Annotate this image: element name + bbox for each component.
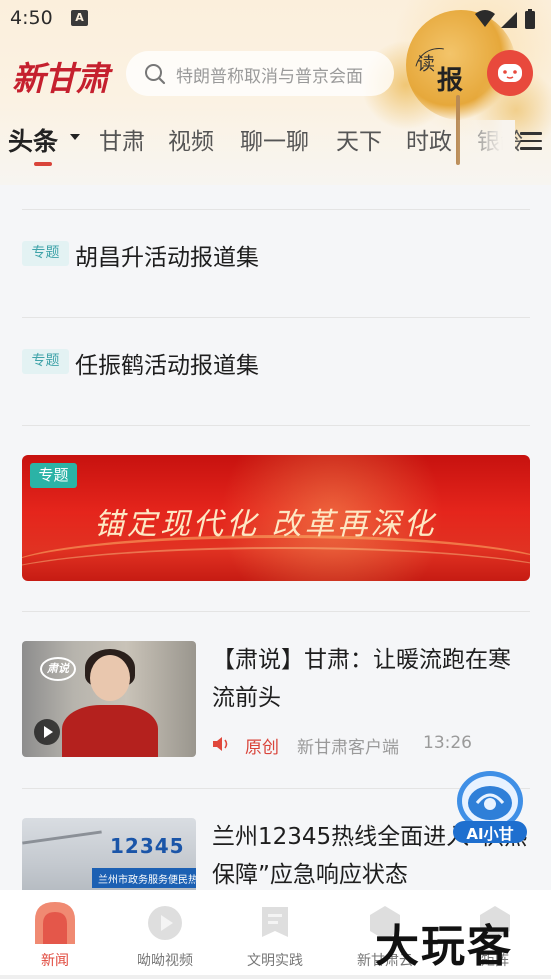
- article-title: 【肃说】甘肃：让暖流跑在寒流前头: [212, 647, 511, 711]
- article-thumbnail[interactable]: 12345 兰州市政务服务便民热线: [22, 818, 196, 890]
- tab-headlines[interactable]: 头条: [8, 122, 58, 158]
- ai-assistant-button[interactable]: AI小甘: [449, 765, 531, 847]
- nav-label: 呦呦视频: [137, 953, 193, 969]
- tab-world[interactable]: 天下: [336, 122, 382, 156]
- nav-civilization[interactable]: 文明实践: [220, 890, 330, 979]
- topic-tag: 专题: [22, 241, 69, 266]
- speaker-icon[interactable]: [212, 736, 230, 752]
- divider: [22, 611, 530, 612]
- tabs-fade-overlay: [455, 120, 515, 168]
- status-time: 4:50: [10, 7, 53, 29]
- topic-banner[interactable]: 专题 锚定现代化 改革再深化: [22, 455, 530, 581]
- video-icon: [148, 906, 182, 940]
- divider: [22, 317, 530, 318]
- search-icon: [145, 64, 166, 85]
- thumbnail-logo: 肃说: [40, 657, 76, 681]
- notification-a-icon: A: [71, 10, 88, 26]
- app-logo[interactable]: 新甘肃: [12, 52, 109, 100]
- nav-label: 文明实践: [247, 953, 303, 969]
- cellular-signal-icon: [501, 12, 517, 28]
- tab-chat[interactable]: 聊一聊: [240, 122, 309, 156]
- channel-menu-icon[interactable]: [520, 132, 542, 154]
- status-bar: 4:50 A: [0, 0, 551, 38]
- topic-title: 胡昌升活动报道集: [75, 245, 259, 271]
- banner-tag: 专题: [30, 463, 77, 488]
- nav-news[interactable]: 新闻: [0, 890, 110, 979]
- read-paper-button[interactable]: 读 报: [415, 48, 467, 96]
- chevron-down-icon[interactable]: [70, 134, 80, 140]
- app-header: 4:50 A 新甘肃 特朗普称取消与普京会面 读 报 头条 甘肃 视频 聊一聊 …: [0, 0, 551, 185]
- channel-tabs: 头条 甘肃 视频 聊一聊 天下 时政 银龄: [0, 120, 551, 170]
- divider: [22, 425, 530, 426]
- tab-gansu[interactable]: 甘肃: [99, 122, 145, 156]
- original-label: 原创: [245, 738, 279, 758]
- nav-label: 新闻: [41, 953, 69, 969]
- read-paper-char-2: 报: [437, 66, 464, 96]
- topic-tag: 专题: [22, 349, 69, 374]
- topic-title: 任振鹤活动报道集: [75, 353, 259, 379]
- news-icon: [35, 902, 75, 944]
- read-paper-char-1: 读: [417, 54, 435, 75]
- active-tab-indicator: [34, 162, 52, 166]
- ai-assistant-label: AI小甘: [466, 825, 514, 843]
- wifi-icon: [475, 10, 495, 27]
- banner-text: 锚定现代化 改革再深化: [94, 507, 437, 542]
- search-placeholder: 特朗普称取消与普京会面: [176, 67, 363, 87]
- watermark: 大玩客: [375, 921, 513, 972]
- battery-icon: [525, 11, 535, 29]
- article-time: 13:26: [423, 733, 472, 753]
- divider: [22, 209, 530, 210]
- thumbnail-sign-text: 兰州市政务服务便民热线: [98, 875, 196, 886]
- article-thumbnail[interactable]: 肃说: [22, 641, 196, 757]
- home-indicator: [0, 975, 551, 979]
- article-source: 新甘肃客户端: [297, 738, 399, 758]
- search-bar[interactable]: 特朗普称取消与普京会面: [126, 51, 394, 96]
- avatar-face-icon: [498, 64, 522, 82]
- play-icon[interactable]: [34, 719, 60, 745]
- list-item-article-1[interactable]: 肃说 【肃说】甘肃：让暖流跑在寒流前头 原创 新甘肃客户端 13:26: [22, 641, 530, 761]
- thumbnail-number: 12345: [110, 834, 185, 858]
- nav-video[interactable]: 呦呦视频: [110, 890, 220, 979]
- user-avatar[interactable]: [487, 50, 533, 96]
- tab-video[interactable]: 视频: [168, 122, 214, 156]
- status-icons: [475, 9, 535, 29]
- civilization-icon: [262, 907, 288, 937]
- tab-politics[interactable]: 时政: [406, 122, 452, 156]
